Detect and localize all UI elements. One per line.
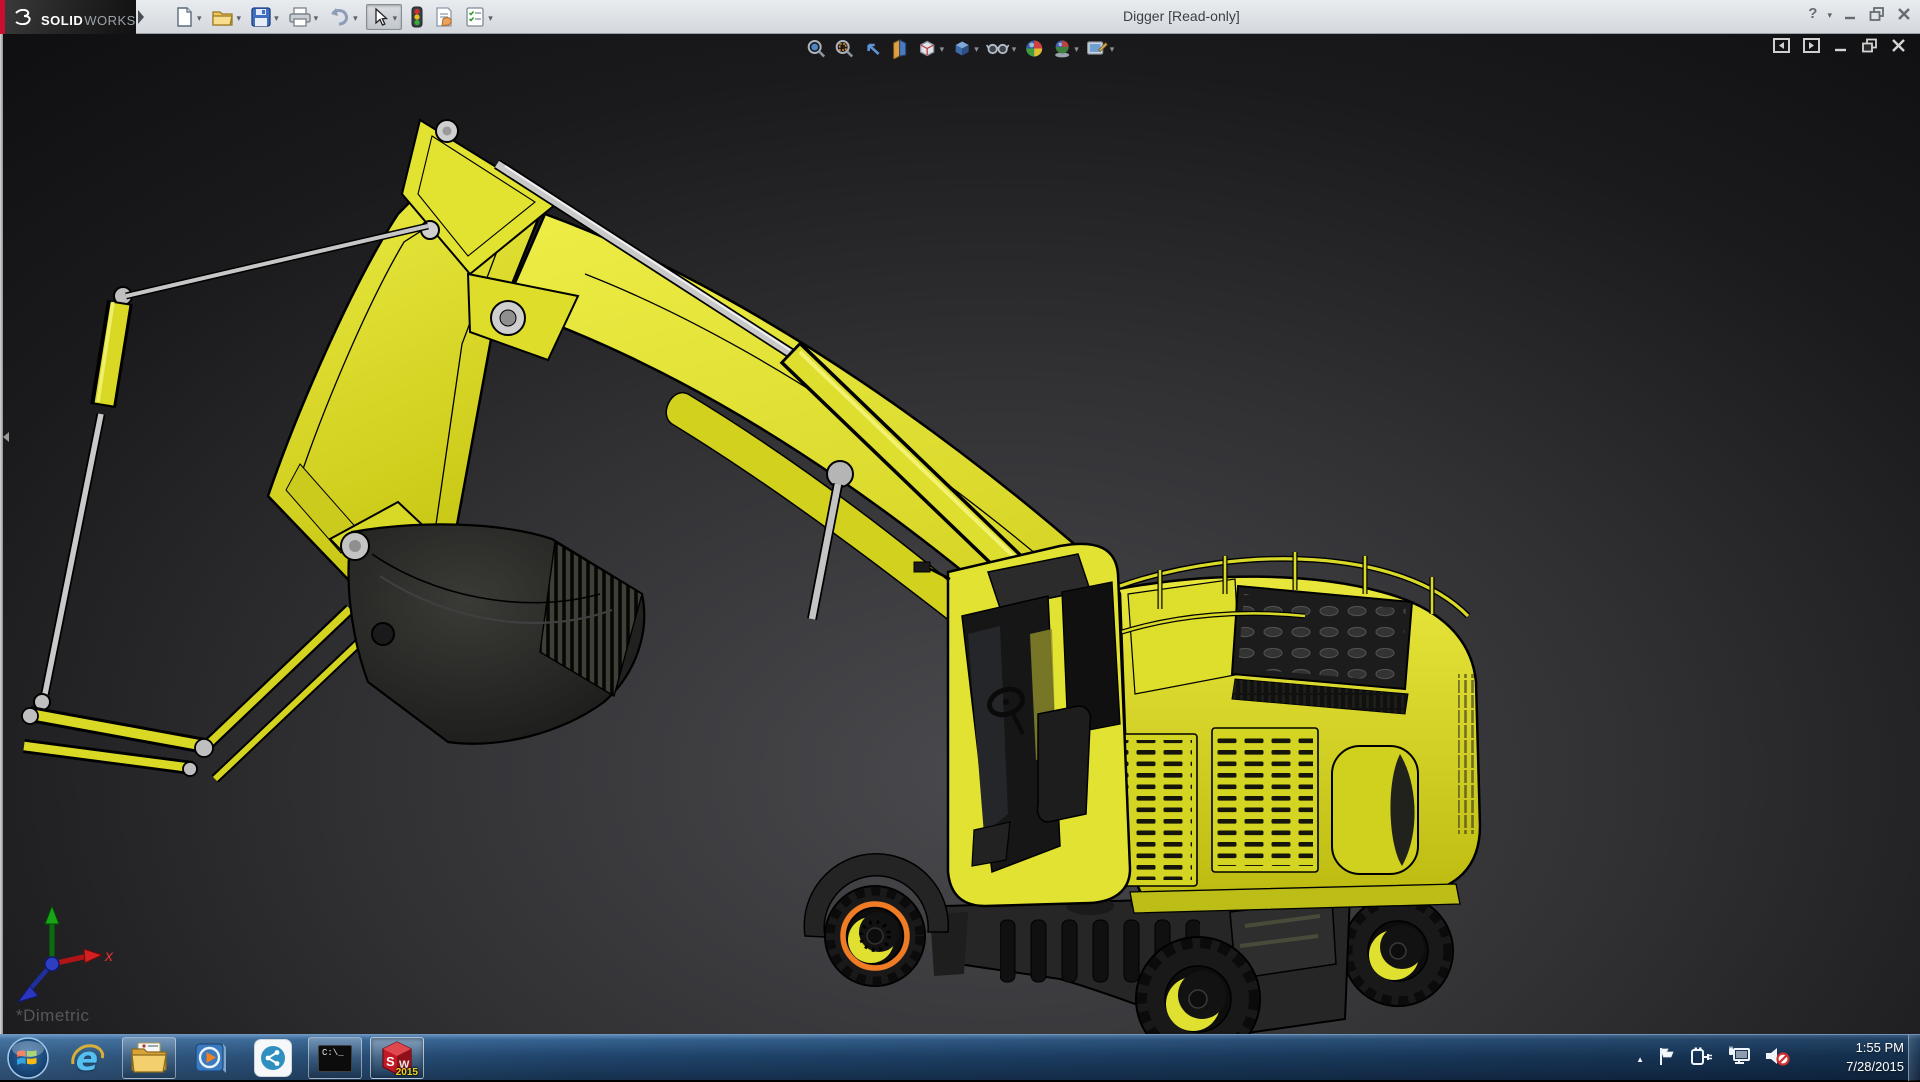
view-orientation-label: *Dimetric — [16, 1006, 90, 1025]
taskbar-command-prompt[interactable]: C:\_ — [308, 1037, 362, 1079]
brand-text-light: WORKS — [84, 13, 136, 28]
clock-time: 1:55 PM — [1855, 1040, 1904, 1055]
select-cursor-icon — [375, 7, 388, 26]
hidden-icons-button[interactable] — [1636, 1049, 1644, 1067]
rebuild-button[interactable] — [409, 5, 425, 29]
menu-expand-arrow-icon[interactable] — [138, 10, 144, 24]
save-button[interactable] — [249, 5, 280, 29]
windows-start-orb-icon — [7, 1037, 49, 1079]
standard-toolbar — [172, 0, 494, 33]
taskbar-media-player[interactable] — [184, 1037, 238, 1079]
open-folder-icon — [211, 10, 233, 26]
x-axis-label: x — [104, 948, 114, 965]
show-desktop-button[interactable] — [1908, 1035, 1920, 1081]
rear-right-wheel — [1342, 895, 1454, 1007]
command-prompt-icon: C:\_ — [318, 1044, 352, 1072]
dropdown-arrow-icon[interactable] — [197, 8, 202, 26]
save-floppy-icon — [251, 6, 271, 27]
dropdown-arrow-icon[interactable] — [314, 8, 319, 26]
action-center-flag-icon[interactable] — [1657, 1046, 1677, 1071]
dropdown-arrow-icon[interactable] — [237, 8, 242, 26]
front-left-wheel[interactable] — [803, 853, 968, 987]
share-app-icon — [254, 1039, 292, 1077]
network-icon[interactable] — [1727, 1046, 1751, 1071]
undo-button[interactable] — [326, 5, 359, 29]
taskbar-internet-explorer[interactable] — [60, 1037, 114, 1079]
new-document-icon — [177, 6, 192, 27]
taskbar-solidworks[interactable]: S W 2015 — [370, 1037, 424, 1079]
window-title: Digger [Read-only] — [1123, 8, 1240, 24]
media-player-icon — [195, 1043, 226, 1073]
taskbar-clock[interactable]: 1:55 PM 7/28/2015 — [1846, 1039, 1904, 1077]
print-button[interactable] — [287, 5, 320, 29]
start-button[interactable] — [4, 1037, 52, 1079]
windows-taskbar: C:\_ S W 2015 1:55 PM 7/28/2015 — [0, 1034, 1920, 1081]
excavator-bucket[interactable] — [328, 500, 646, 745]
close-button[interactable] — [1896, 6, 1912, 22]
options-icon — [466, 6, 484, 27]
splitter-collapse-arrow-icon[interactable] — [3, 432, 9, 442]
dropdown-arrow-icon[interactable] — [393, 8, 398, 26]
logo-red-stripe-icon — [0, 0, 5, 37]
internet-explorer-icon — [69, 1040, 105, 1076]
dropdown-arrow-icon[interactable] — [353, 8, 358, 26]
taskbar-share-app[interactable] — [246, 1037, 300, 1079]
power-plug-icon[interactable] — [1690, 1046, 1714, 1071]
file-properties-icon — [436, 6, 452, 27]
select-tool-button[interactable] — [365, 3, 403, 30]
excavator-model[interactable] — [0, 34, 1920, 1034]
solidworks-logo: SOLID WORKS — [0, 0, 136, 37]
titlebar: Digger [Read-only] SOLIDWORKS — [0, 0, 1920, 37]
restore-button[interactable] — [1868, 6, 1886, 22]
3ds-logo-icon — [15, 9, 31, 25]
new-document-button[interactable] — [172, 5, 203, 29]
clock-date: 7/28/2015 — [1846, 1058, 1904, 1074]
open-button[interactable] — [210, 5, 243, 29]
brand-text-bold: SOLID — [41, 13, 84, 28]
taskbar-windows-explorer[interactable] — [122, 1037, 176, 1079]
rebuild-traffic-light-icon — [411, 6, 423, 27]
solidworks-version-badge: 2015 — [395, 1067, 418, 1078]
dropdown-arrow-icon[interactable] — [274, 8, 279, 26]
windows-explorer-icon — [131, 1042, 167, 1073]
options-button[interactable] — [463, 5, 494, 29]
orientation-triad: x — [16, 904, 114, 1003]
file-properties-button[interactable] — [432, 5, 456, 29]
volume-muted-icon[interactable] — [1764, 1045, 1790, 1072]
graphics-viewport[interactable]: x *Dimetric — [0, 34, 1920, 1034]
minimize-button[interactable] — [1842, 6, 1858, 22]
featuremanager-splitter[interactable] — [0, 34, 3, 1034]
help-dropdown-arrow-icon[interactable] — [1827, 5, 1832, 23]
svg-text:S: S — [386, 1054, 395, 1069]
dropdown-arrow-icon[interactable] — [488, 8, 493, 26]
system-tray — [1636, 1035, 1790, 1081]
undo-arrow-icon — [331, 7, 349, 25]
printer-icon — [288, 6, 311, 27]
help-icon[interactable] — [1808, 5, 1817, 23]
